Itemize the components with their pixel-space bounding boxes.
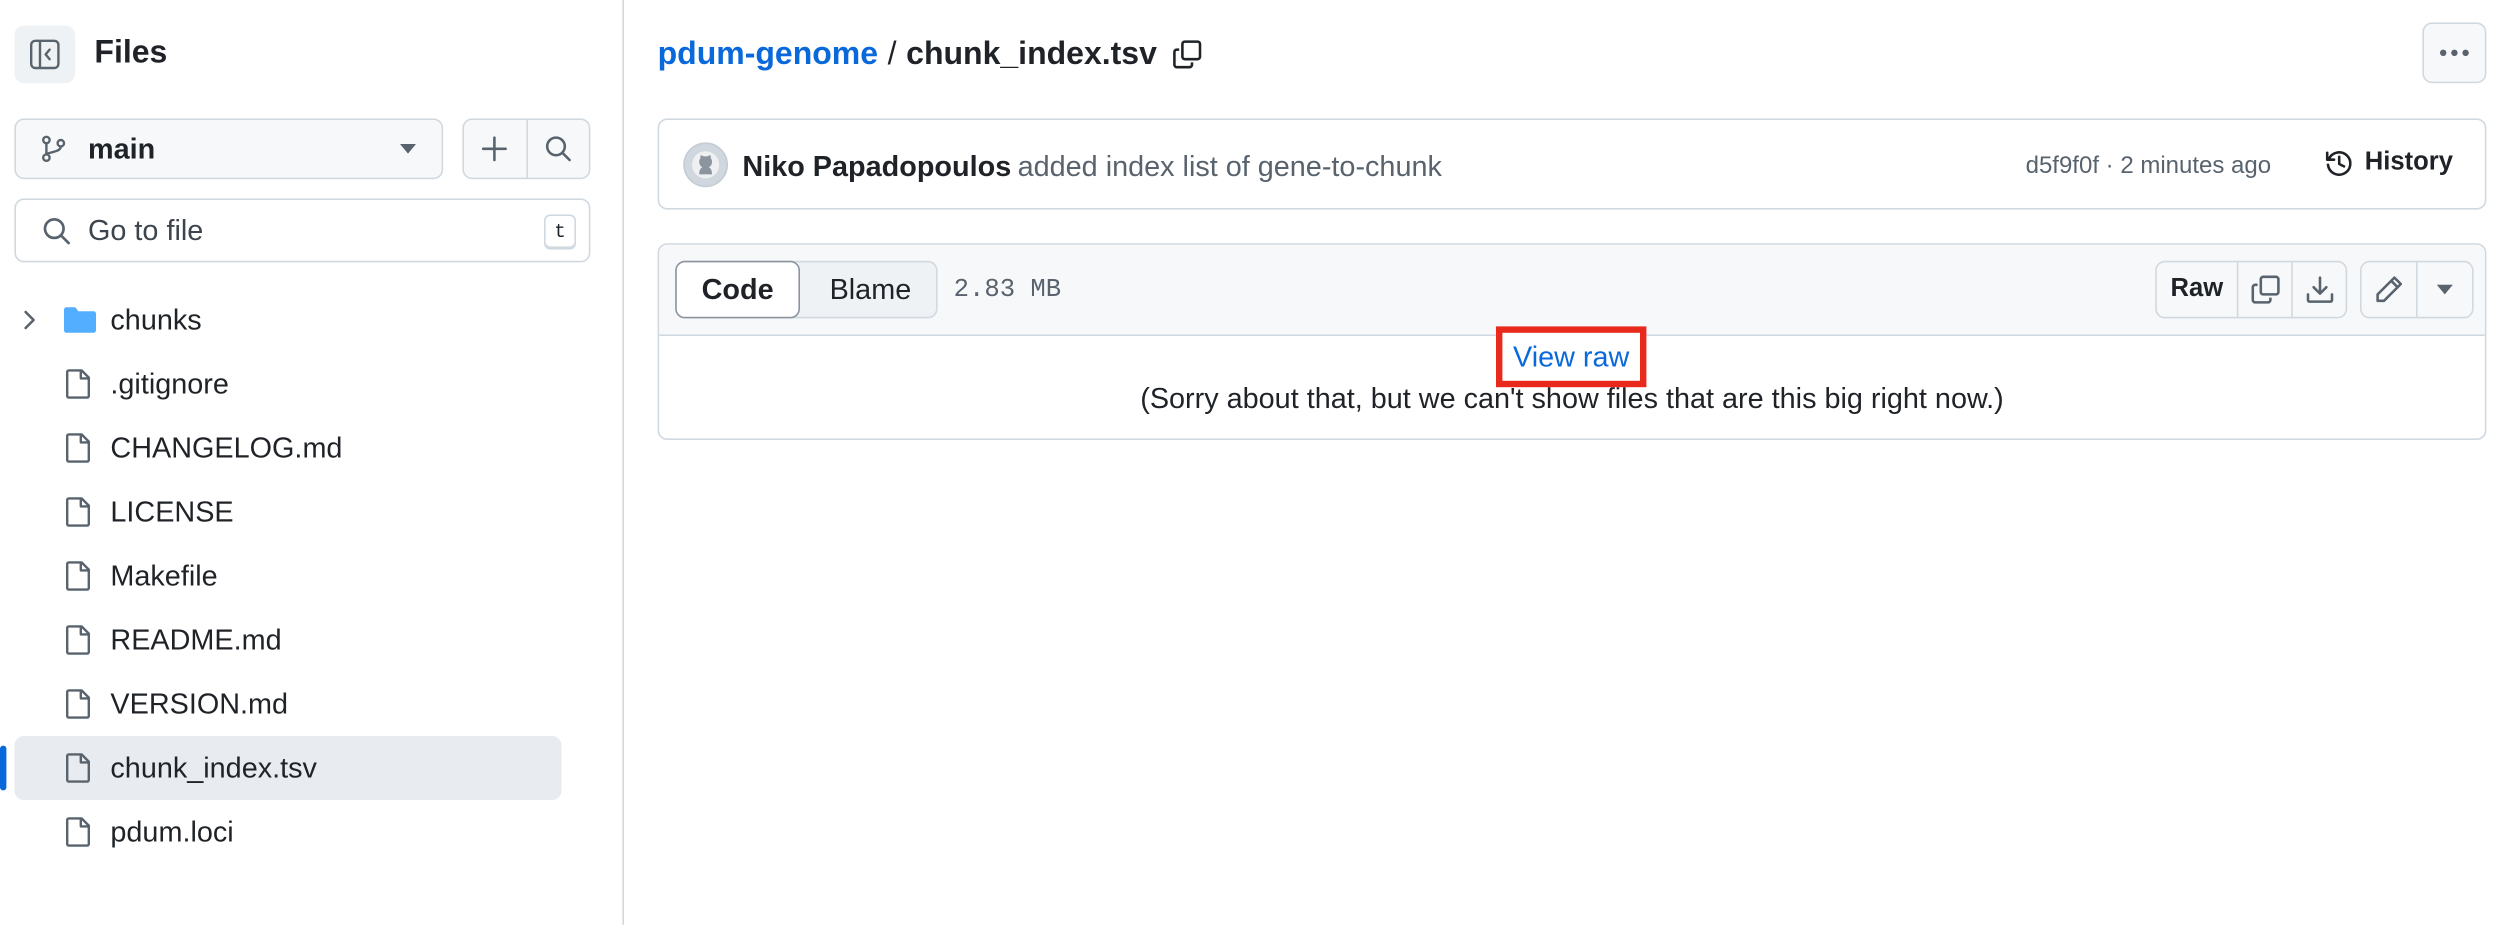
sidebar-collapse-icon [29,38,61,70]
copy-icon [1171,38,1203,70]
collapse-sidebar-button[interactable] [14,25,76,84]
git-branch-icon [40,134,69,163]
chevron-down-icon [400,144,416,154]
download-icon [2303,274,2335,306]
file-icon [62,368,94,400]
tree-item-label: CHANGELOG.md [110,432,343,464]
file-actions: Raw [2155,260,2348,319]
tree-item-label: LICENSE [110,496,234,528]
history-label: History [2364,148,2453,176]
avatar[interactable] [683,142,728,188]
sidebar-title: Files [94,35,168,71]
tree-item-chunk-index[interactable]: chunk_index.tsv [0,736,622,800]
tree-actions [462,118,591,180]
edit-actions [2360,260,2474,319]
tree-item-label: README.md [110,624,282,656]
breadcrumb-separator: / [887,36,897,72]
file-header: Code Blame 2.83 MB Raw [659,244,2485,336]
file-icon [62,816,94,848]
folder-icon [62,304,97,336]
add-file-button[interactable] [464,120,526,178]
raw-button[interactable]: Raw [2157,262,2237,316]
tree-item-chunks[interactable]: chunks [0,288,622,352]
tree-item-label: chunk_index.tsv [110,752,317,784]
edit-file-button[interactable] [2362,262,2416,316]
tree-item-label: .gitignore [110,368,229,400]
page: Files main t [0,0,2502,925]
tree-item-label: chunks [110,304,202,336]
file-tree-sidebar: Files main t [0,0,624,925]
more-options-button[interactable] [2422,22,2487,84]
search-icon [42,215,72,245]
file-icon [62,496,94,528]
file-size: 2.83 MB [953,275,1062,304]
history-icon [2323,147,2355,179]
commit-author[interactable]: Niko Papadopoulos [742,150,1011,182]
search-icon [544,134,573,163]
view-mode-toggle: Code Blame [675,260,940,319]
pencil-icon [2373,274,2405,306]
commit-message[interactable]: added index list of gene-to-chunk [1018,150,1442,182]
history-button[interactable]: History [2323,147,2453,179]
file-icon [62,688,94,720]
tree-item-label: VERSION.md [110,688,289,720]
file-icon [62,560,94,592]
tree-item-gitignore[interactable]: .gitignore [0,352,622,416]
kebab-horizontal-icon [2438,48,2470,58]
latest-commit-box: Niko Papadopoulos added index list of ge… [657,118,2487,210]
chevron-down-icon [2436,284,2453,295]
download-button[interactable] [2291,262,2345,317]
tree-item-label: Makefile [110,560,218,592]
tab-blame[interactable]: Blame [802,262,940,316]
plus-icon [480,134,509,163]
breadcrumb: pdum-genome / chunk_index.tsv [658,35,1204,73]
search-files-button[interactable] [525,120,589,178]
tree-item-readme[interactable]: README.md [0,608,622,672]
view-raw-link[interactable]: View raw [1496,326,1647,388]
copy-icon [2249,274,2281,306]
copy-raw-button[interactable] [2236,262,2291,317]
branch-name: main [88,132,156,164]
repo-link[interactable]: pdum-genome [658,35,878,73]
branch-selector[interactable]: main [14,118,444,180]
go-to-file-input[interactable] [88,213,504,248]
edit-dropdown-button[interactable] [2416,262,2472,317]
file-icon [62,624,94,656]
go-to-file-field[interactable]: t [14,198,591,263]
tree-item-pdum-loci[interactable]: pdum.loci [0,800,622,864]
copy-path-button[interactable] [1171,38,1203,70]
active-indicator [0,745,7,791]
keyboard-shortcut-hint: t [544,214,576,250]
tab-code[interactable]: Code [675,260,800,319]
tree-item-license[interactable]: LICENSE [0,480,622,544]
tree-item-label: pdum.loci [110,816,234,848]
tree-item-version[interactable]: VERSION.md [0,672,622,736]
github-avatar-icon [691,150,720,179]
file-icon [62,752,94,784]
commit-meta[interactable]: d5f9f0f · 2 minutes ago [2026,152,2272,181]
file-tree: chunks .gitignore CHANGELOG.md LICENSE M… [0,288,622,864]
tree-item-changelog[interactable]: CHANGELOG.md [0,416,622,480]
chevron-right-icon[interactable] [19,307,41,333]
current-file-name: chunk_index.tsv [906,36,1157,72]
tree-item-makefile[interactable]: Makefile [0,544,622,608]
file-icon [62,432,94,464]
